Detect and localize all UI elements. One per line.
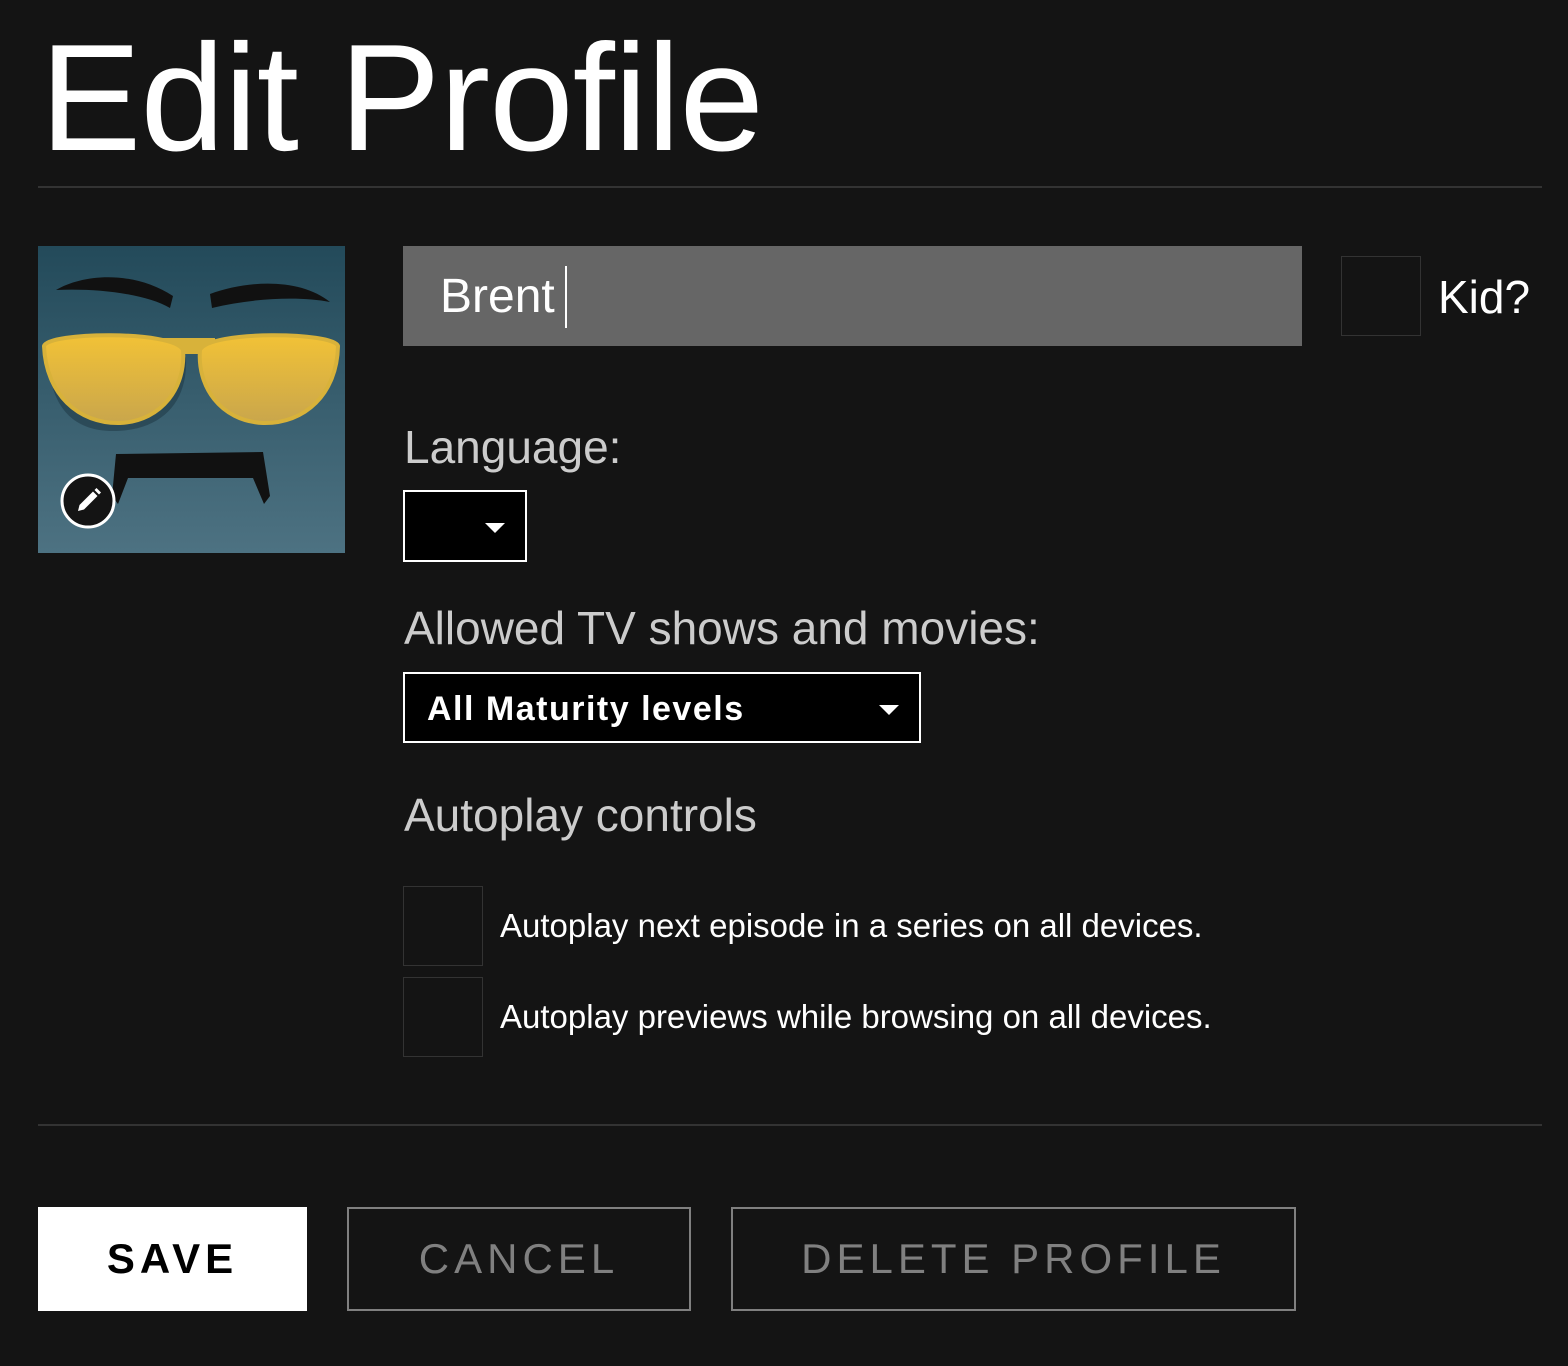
header-divider — [38, 186, 1542, 188]
maturity-label: Allowed TV shows and movies: — [404, 602, 1040, 654]
chevron-down-icon — [485, 523, 505, 533]
text-cursor — [565, 266, 567, 328]
delete-profile-button[interactable]: DELETE PROFILE — [731, 1207, 1296, 1311]
autoplay-next-episode-label: Autoplay next episode in a series on all… — [500, 907, 1203, 944]
language-select[interactable] — [403, 490, 527, 562]
maturity-select[interactable]: All Maturity levels — [403, 672, 921, 743]
save-button[interactable]: SAVE — [38, 1207, 307, 1311]
autoplay-next-episode-checkbox[interactable] — [403, 886, 483, 966]
profile-name-input[interactable] — [403, 246, 1302, 346]
footer-divider — [38, 1124, 1542, 1126]
cancel-button[interactable]: CANCEL — [347, 1207, 691, 1311]
edit-profile-page: Edit Profile Brent Kid? Language: Allowe… — [0, 0, 1568, 1366]
kid-label: Kid? — [1438, 271, 1531, 323]
chevron-down-icon — [879, 705, 899, 715]
autoplay-previews-checkbox[interactable] — [403, 977, 483, 1057]
language-label: Language: — [404, 421, 622, 473]
autoplay-heading: Autoplay controls — [404, 789, 757, 841]
kid-checkbox[interactable] — [1341, 256, 1421, 336]
maturity-selected-value: All Maturity levels — [427, 690, 745, 728]
autoplay-previews-label: Autoplay previews while browsing on all … — [500, 998, 1212, 1035]
pencil-icon — [60, 473, 116, 529]
page-title: Edit Profile — [40, 13, 764, 183]
edit-avatar-button[interactable] — [60, 473, 116, 529]
